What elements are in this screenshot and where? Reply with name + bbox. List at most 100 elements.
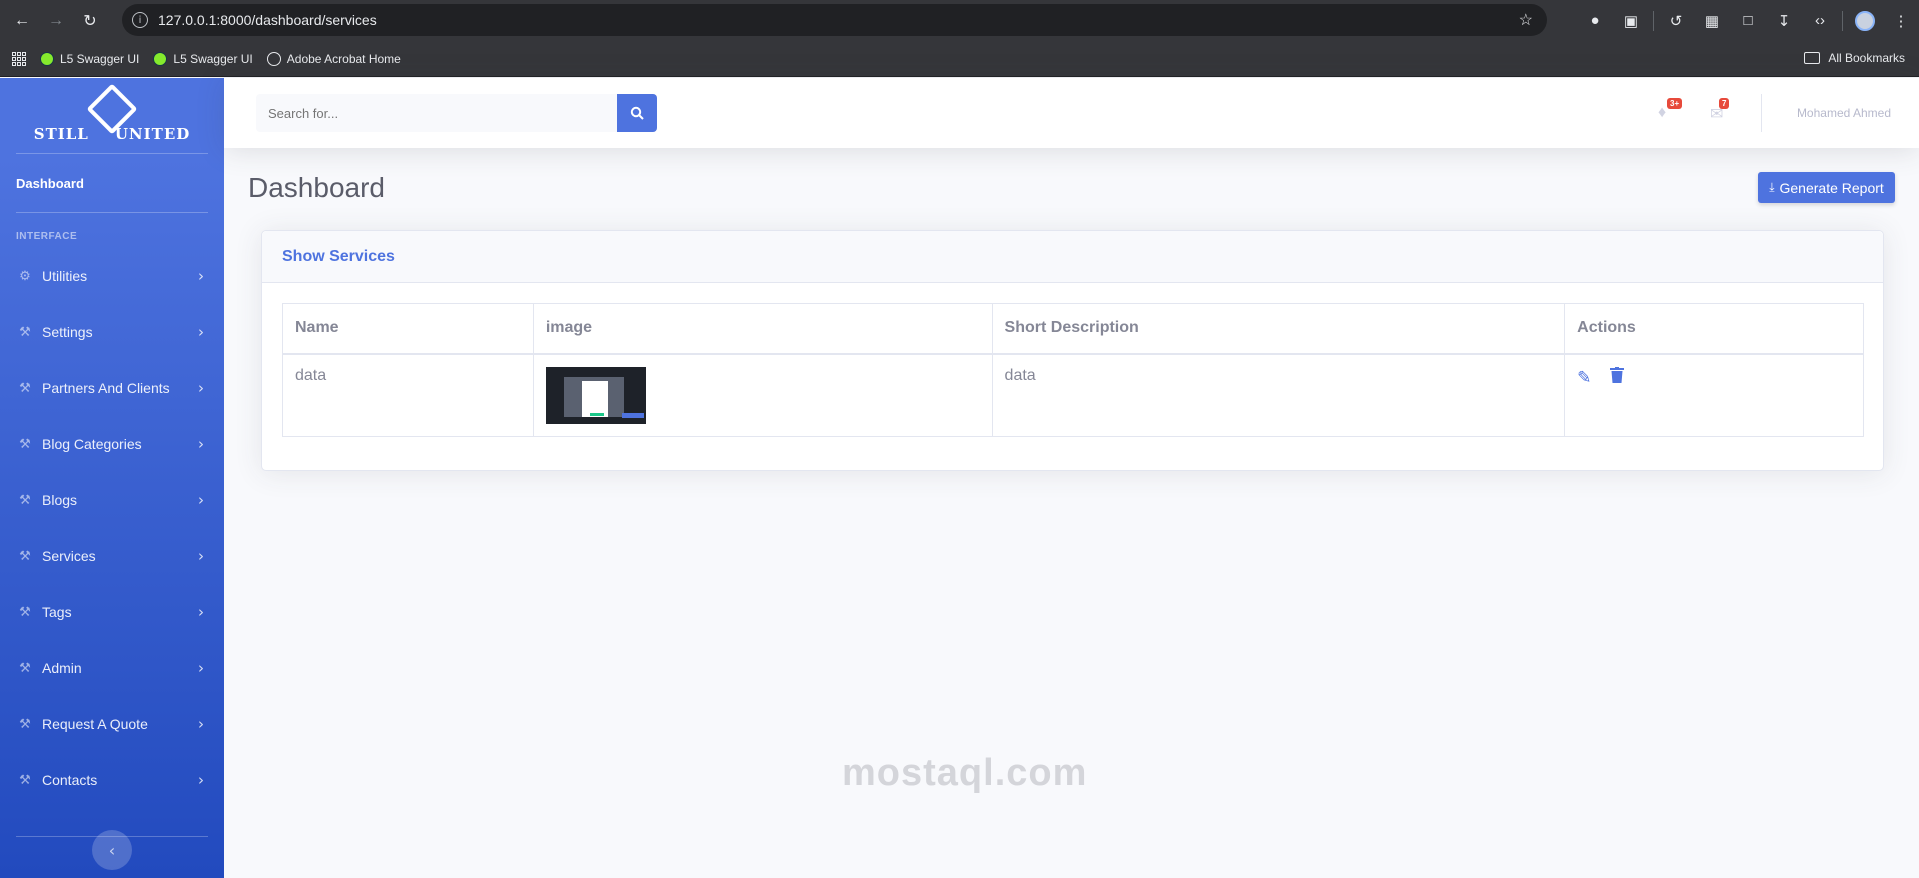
bookmark-swagger-1[interactable]: L5 Swagger UI: [40, 51, 139, 66]
bookmark-swagger-2[interactable]: L5 Swagger UI: [153, 51, 253, 66]
generate-report-button[interactable]: ⤓ Generate Report: [1758, 172, 1895, 203]
sidebar-item-label: Admin: [42, 660, 82, 676]
search-form: [256, 94, 657, 132]
alerts-badge: 3+: [1667, 98, 1683, 109]
services-card: Show Services Name image Short Descripti…: [261, 230, 1884, 471]
sidebar-item-admin[interactable]: ⚒ Admin ›: [0, 640, 224, 696]
download-icon[interactable]: ↧: [1774, 11, 1794, 31]
globe-icon: [266, 51, 281, 66]
history-icon[interactable]: ↺: [1666, 11, 1686, 31]
bookmark-star-icon[interactable]: ☆: [1519, 10, 1533, 30]
sidebar-item-contacts[interactable]: ⚒ Contacts ›: [0, 752, 224, 808]
edit-pencil-icon[interactable]: ✎: [1577, 368, 1591, 388]
chevron-right-icon: ›: [198, 323, 204, 341]
sidebar-item-blogs[interactable]: ⚒ Blogs ›: [0, 472, 224, 528]
wrench-icon: ⚒: [19, 660, 31, 675]
topbar-divider: [1761, 94, 1762, 132]
sidebar-item-label: Partners And Clients: [42, 380, 170, 396]
sidebar-item-blog-categories[interactable]: ⚒ Blog Categories ›: [0, 416, 224, 472]
wrench-icon: ⚒: [19, 324, 31, 339]
bookmark-label: L5 Swagger UI: [173, 51, 253, 66]
search-button[interactable]: [617, 94, 657, 132]
brand-logo[interactable]: STILL UNITED: [0, 83, 224, 153]
folder-icon: [1804, 52, 1821, 64]
wrench-icon: ⚒: [19, 380, 31, 395]
puzzle-icon[interactable]: ▣: [1621, 11, 1641, 31]
chevron-right-icon: ›: [198, 435, 204, 453]
chevron-right-icon: ›: [198, 771, 204, 789]
chevron-right-icon: ›: [198, 379, 204, 397]
swagger-icon: [40, 51, 54, 66]
sidebar-item-label: Blog Categories: [42, 436, 142, 452]
sidebar-item-utilities[interactable]: ⚙ Utilities ›: [0, 248, 224, 304]
sidebar-item-dashboard[interactable]: Dashboard: [0, 154, 224, 212]
kebab-menu-icon[interactable]: ⋮: [1891, 11, 1911, 31]
chevron-right-icon: ›: [198, 267, 204, 285]
column-header-short-description[interactable]: Short Description: [991, 303, 1566, 355]
address-bar[interactable]: i 127.0.0.1:8000/dashboard/services ☆: [122, 4, 1547, 36]
all-bookmarks[interactable]: All Bookmarks: [1804, 51, 1905, 65]
sidebar-item-tags[interactable]: ⚒ Tags ›: [0, 584, 224, 640]
sidebar: STILL UNITED Dashboard INTERFACE ⚙ Utilit…: [0, 78, 224, 878]
chevron-right-icon: ›: [198, 603, 204, 621]
url-text[interactable]: 127.0.0.1:8000/dashboard/services: [158, 12, 377, 28]
toolbar-divider: [1842, 10, 1843, 31]
sidebar-item-request-quote[interactable]: ⚒ Request A Quote ›: [0, 696, 224, 752]
browser-actions: ● ▣ ↺ ▦ □ ↧ ‹› ⋮: [1577, 0, 1919, 41]
wrench-icon: ⚒: [19, 548, 31, 563]
cell-actions: ✎: [1564, 353, 1864, 437]
column-header-actions[interactable]: Actions: [1564, 303, 1864, 355]
delete-trash-icon[interactable]: [1609, 366, 1624, 388]
sidebar-toggle-button[interactable]: ‹: [92, 830, 132, 870]
chevron-right-icon: ›: [198, 659, 204, 677]
brand-left: STILL: [33, 125, 89, 143]
apps-grid-icon[interactable]: [12, 51, 26, 66]
reload-icon[interactable]: ↻: [78, 9, 102, 33]
column-header-name[interactable]: Name: [282, 303, 534, 355]
brand-right: UNITED: [114, 125, 191, 143]
forward-arrow-icon[interactable]: →: [44, 9, 68, 33]
wrench-icon: ⚒: [19, 492, 31, 507]
gear-icon: ⚙: [19, 268, 31, 283]
sidebar-item-label: Contacts: [42, 772, 98, 788]
bookmarks-bar: L5 Swagger UI L5 Swagger UI Adobe Acroba…: [0, 41, 1919, 77]
back-arrow-icon[interactable]: ←: [10, 9, 34, 33]
code-icon[interactable]: ‹›: [1810, 11, 1830, 31]
table-icon[interactable]: ▦: [1702, 11, 1722, 31]
sidebar-item-services[interactable]: ⚒ Services ›: [0, 528, 224, 584]
sidebar-item-label: Settings: [42, 324, 93, 340]
user-name[interactable]: Mohamed Ahmed: [1797, 106, 1891, 120]
sidebar-item-partners[interactable]: ⚒ Partners And Clients ›: [0, 360, 224, 416]
chevron-right-icon: ›: [198, 715, 204, 733]
wrench-icon: ⚒: [19, 436, 31, 451]
alerts-dropdown[interactable]: ♦ 3+: [1658, 98, 1683, 122]
bookmark-label: Adobe Acrobat Home: [286, 51, 401, 66]
bookmark-acrobat[interactable]: Adobe Acrobat Home: [266, 51, 401, 66]
profile-avatar[interactable]: [1855, 10, 1875, 31]
search-icon: [630, 106, 644, 120]
column-header-image[interactable]: image: [532, 303, 993, 355]
messages-dropdown[interactable]: ✉ 7: [1710, 98, 1730, 124]
services-table: Name image Short Description Actions dat…: [282, 303, 1864, 437]
site-info-icon[interactable]: i: [132, 12, 148, 28]
service-thumbnail[interactable]: [545, 366, 646, 424]
toolbar-divider: [1653, 10, 1654, 31]
page-title: Dashboard: [248, 172, 385, 203]
brand-words: STILL UNITED: [34, 125, 191, 143]
download-icon: ⤓: [1769, 180, 1775, 194]
table-row: data data ✎: [282, 353, 1864, 437]
bell-icon: ♦: [1658, 104, 1667, 121]
browser-toolbar: ← → ↻ i 127.0.0.1:8000/dashboard/service…: [0, 0, 1919, 41]
chevron-right-icon: ›: [198, 491, 204, 509]
generate-report-label: Generate Report: [1779, 179, 1884, 196]
topbar: ♦ 3+ ✉ 7 Mohamed Ahmed: [224, 78, 1919, 148]
messages-badge: 7: [1719, 98, 1730, 109]
card-title: Show Services: [262, 231, 1883, 283]
sidebar-item-label: Request A Quote: [42, 716, 148, 732]
translate-icon[interactable]: □: [1738, 11, 1758, 31]
cell-name: data: [282, 353, 534, 437]
extension-icon[interactable]: ●: [1585, 11, 1605, 31]
table-header-row: Name image Short Description Actions: [282, 303, 1864, 355]
search-input[interactable]: [256, 94, 617, 132]
sidebar-item-settings[interactable]: ⚒ Settings ›: [0, 304, 224, 360]
